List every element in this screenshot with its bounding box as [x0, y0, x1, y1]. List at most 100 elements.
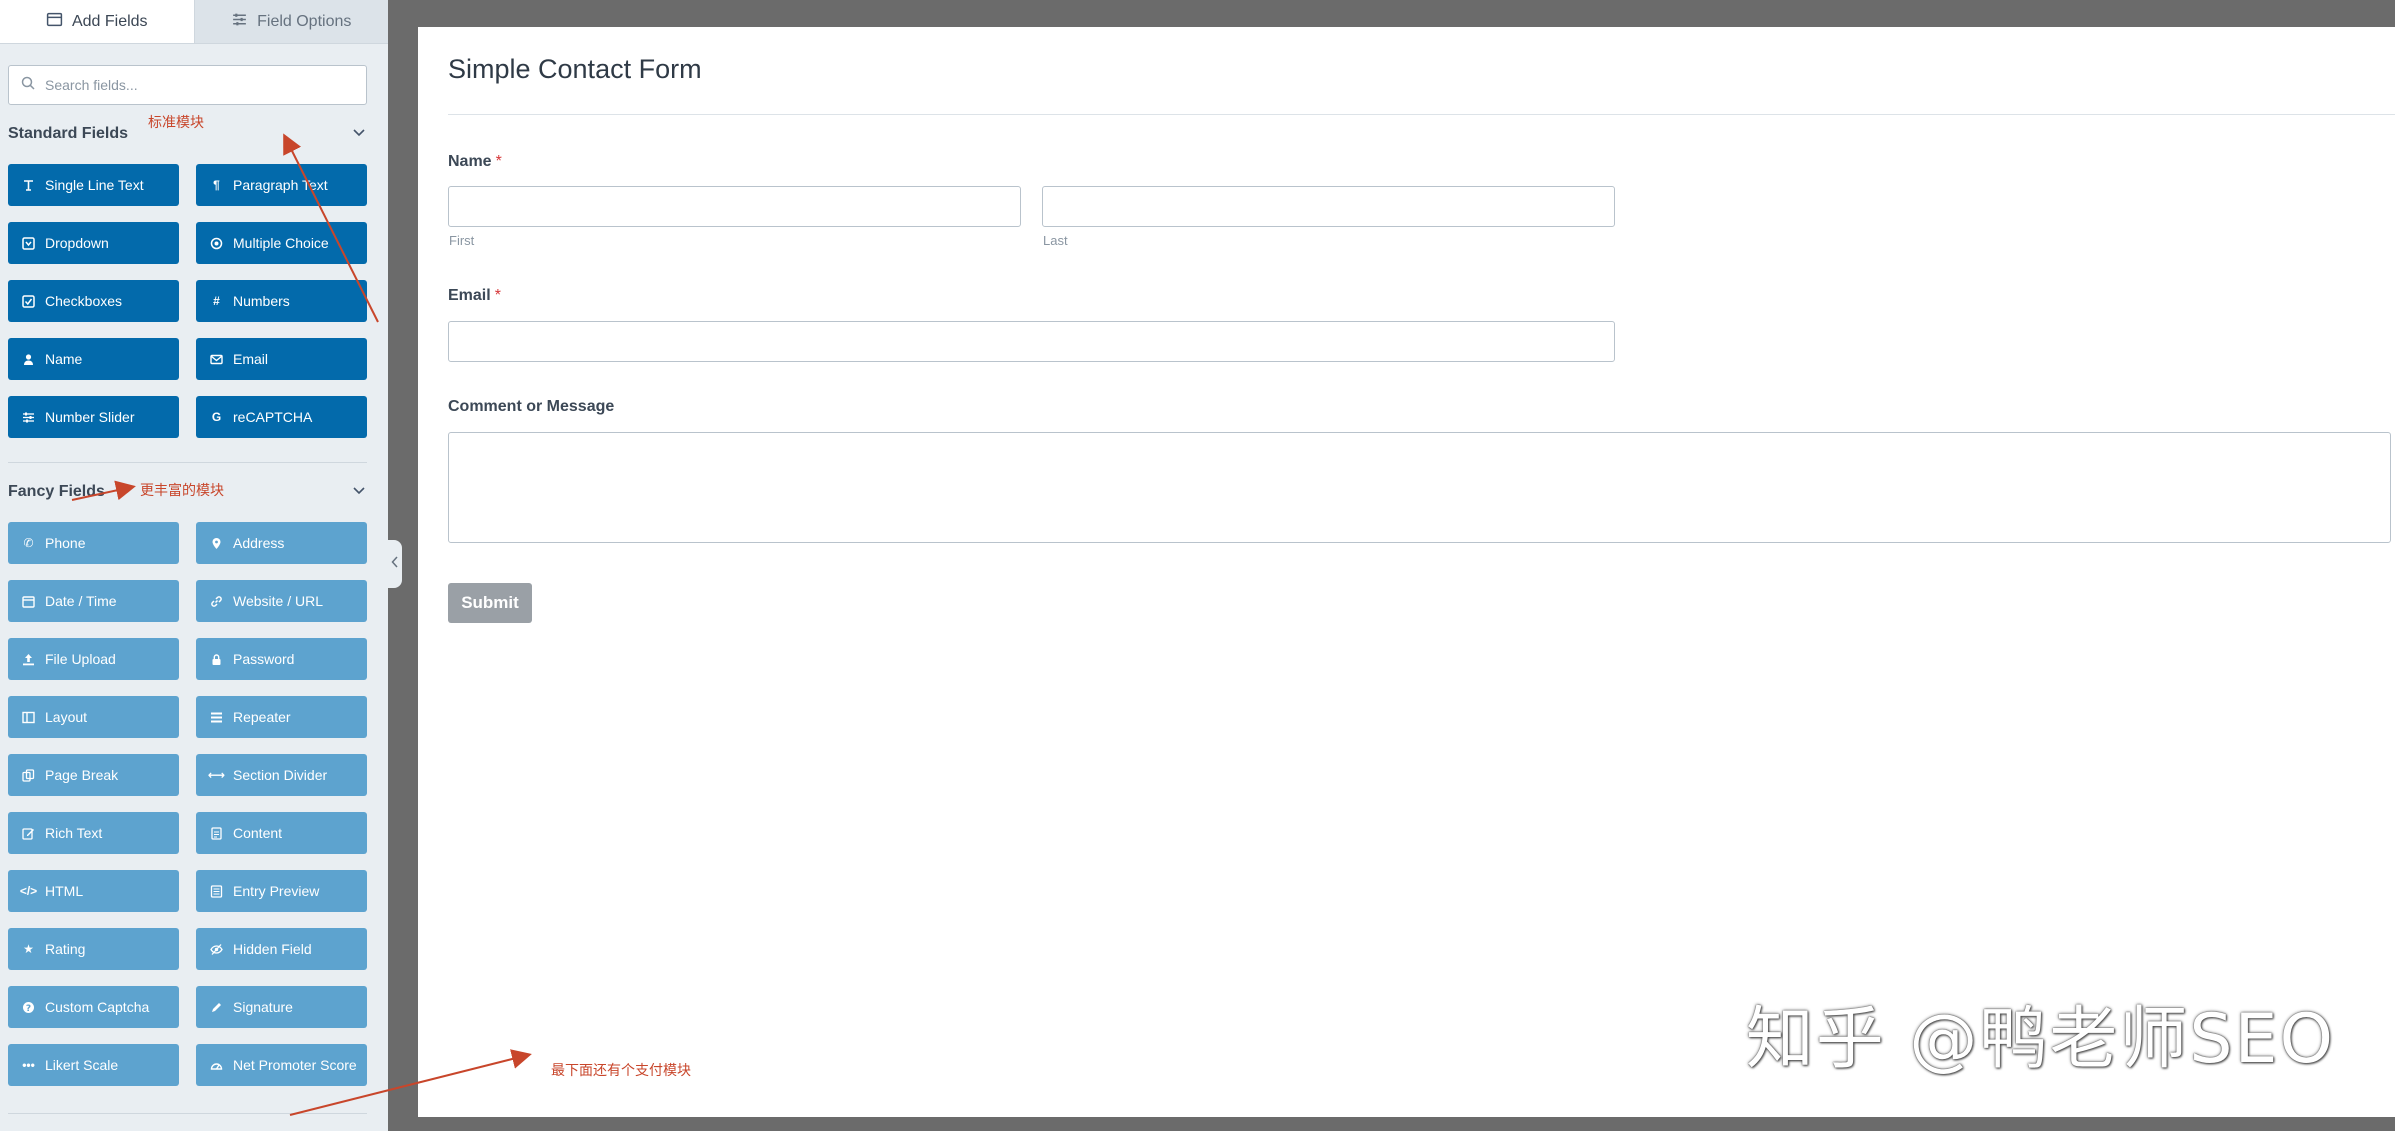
tab-add-fields[interactable]: Add Fields — [0, 0, 194, 43]
rows-icon — [210, 711, 223, 724]
field-button-label: Number Slider — [45, 409, 135, 425]
field-button-label: Paragraph Text — [233, 177, 328, 193]
field-button-layout[interactable]: Layout — [8, 696, 179, 738]
field-button-section-divider[interactable]: ⟷ Section Divider — [196, 754, 367, 796]
gauge-icon — [210, 1059, 223, 1072]
field-button-label: Name — [45, 351, 83, 367]
section-divider — [8, 462, 367, 463]
field-button-checkboxes[interactable]: Checkboxes — [8, 280, 179, 322]
field-button-multiple-choice[interactable]: Multiple Choice — [196, 222, 367, 264]
field-button-single-line-text[interactable]: Single Line Text — [8, 164, 179, 206]
field-button-paragraph-text[interactable]: ¶ Paragraph Text — [196, 164, 367, 206]
field-button-number-slider[interactable]: Number Slider — [8, 396, 179, 438]
envelope-icon — [210, 353, 223, 366]
first-name-input[interactable] — [448, 186, 1021, 227]
field-button-label: Rich Text — [45, 825, 103, 841]
field-button-dropdown[interactable]: Dropdown — [8, 222, 179, 264]
field-button-label: Password — [233, 651, 295, 667]
field-button-label: Page Break — [45, 767, 119, 783]
columns-icon — [22, 711, 35, 724]
field-button-recaptcha[interactable]: GreCAPTCHA — [196, 396, 367, 438]
field-button-html[interactable]: </> HTML — [8, 870, 179, 912]
section-divider — [8, 1113, 367, 1114]
tab-field-options-label: Field Options — [257, 12, 352, 30]
form-title: Simple Contact Form — [448, 54, 702, 84]
pen-icon — [210, 1001, 223, 1014]
required-mark: * — [494, 287, 501, 304]
search-icon — [21, 76, 35, 95]
field-button-label: Checkboxes — [45, 293, 123, 309]
calendar-icon — [22, 595, 35, 608]
field-button-entry-preview[interactable]: Entry Preview — [196, 870, 367, 912]
field-button-file-upload[interactable]: File Upload — [8, 638, 179, 680]
field-sidebar: Add Fields Field Options Standard Fields… — [0, 0, 388, 1131]
field-button-label: Custom Captcha — [45, 999, 150, 1015]
field-button-password[interactable]: Password — [196, 638, 367, 680]
field-button-rich-text[interactable]: Rich Text — [8, 812, 179, 854]
field-button-label: Numbers — [233, 293, 290, 309]
standard-fields-title: Standard Fields — [8, 125, 129, 142]
eye-slash-icon — [210, 943, 223, 956]
list-icon — [46, 11, 63, 33]
email-input[interactable] — [448, 321, 1615, 362]
field-button-website-url[interactable]: Website / URL — [196, 580, 367, 622]
field-button-label: Dropdown — [45, 235, 109, 251]
dropdown-icon — [22, 236, 35, 250]
field-button-date-time[interactable]: Date / Time — [8, 580, 179, 622]
svg-text:?: ? — [26, 1003, 31, 1013]
field-button-label: reCAPTCHA — [233, 409, 313, 425]
sliders-icon — [22, 411, 35, 424]
search-box — [8, 65, 367, 105]
name-label-text: Name — [448, 153, 492, 170]
fancy-fields-grid: ✆ Phone Address Date / Time Website / URL… — [8, 522, 367, 1086]
field-button-signature[interactable]: Signature — [196, 986, 367, 1028]
annotation-standard: 标准模块 — [148, 115, 204, 131]
field-button-page-break[interactable]: Page Break — [8, 754, 179, 796]
first-sublabel: First — [449, 233, 475, 248]
last-name-input[interactable] — [1042, 186, 1615, 227]
link-icon — [210, 595, 223, 608]
text-cursor-icon — [22, 179, 35, 192]
field-button-label: Phone — [45, 535, 86, 551]
field-button-phone[interactable]: ✆ Phone — [8, 522, 179, 564]
field-button-label: Address — [233, 535, 285, 551]
field-button-numbers[interactable]: # Numbers — [196, 280, 367, 322]
field-button-label: Multiple Choice — [233, 235, 329, 251]
chevron-down-icon[interactable] — [351, 482, 367, 503]
checkbox-icon — [22, 294, 35, 308]
chevron-down-icon[interactable] — [351, 124, 367, 145]
field-button-label: Website / URL — [233, 593, 323, 609]
star-icon: ★ — [23, 942, 34, 956]
comment-label: Comment or Message — [448, 398, 615, 415]
name-label: Name * — [448, 153, 502, 171]
sliders-icon — [231, 11, 248, 33]
preview-icon — [210, 884, 223, 898]
field-button-likert-scale[interactable]: ••• Likert Scale — [8, 1044, 179, 1086]
lock-icon — [210, 653, 223, 666]
field-button-label: Likert Scale — [45, 1057, 119, 1073]
field-button-name[interactable]: Name — [8, 338, 179, 380]
field-button-email[interactable]: Email — [196, 338, 367, 380]
submit-button[interactable]: Submit — [448, 583, 532, 623]
field-button-content[interactable]: Content — [196, 812, 367, 854]
fancy-fields-title: Fancy Fields — [8, 483, 105, 500]
field-button-repeater[interactable]: Repeater — [196, 696, 367, 738]
hash-icon: # — [213, 294, 220, 308]
chevron-left-icon — [391, 555, 399, 573]
edit-icon — [22, 827, 35, 840]
field-button-label: Date / Time — [45, 593, 117, 609]
phone-icon: ✆ — [23, 536, 34, 550]
search-input[interactable] — [45, 77, 345, 93]
field-button-address[interactable]: Address — [196, 522, 367, 564]
field-button-label: Net Promoter Score — [233, 1057, 357, 1073]
field-button-custom-captcha[interactable]: ? Custom Captcha — [8, 986, 179, 1028]
comment-textarea[interactable] — [448, 432, 2391, 543]
field-button-rating[interactable]: ★ Rating — [8, 928, 179, 970]
sidebar-collapse-handle[interactable] — [388, 540, 402, 588]
field-button-net-promoter-score[interactable]: Net Promoter Score — [196, 1044, 367, 1086]
field-button-hidden-field[interactable]: Hidden Field — [196, 928, 367, 970]
tab-field-options[interactable]: Field Options — [193, 0, 388, 43]
annotation-fancy: 更丰富的模块 — [140, 483, 224, 499]
field-button-label: Hidden Field — [233, 941, 312, 957]
map-pin-icon — [210, 537, 223, 550]
